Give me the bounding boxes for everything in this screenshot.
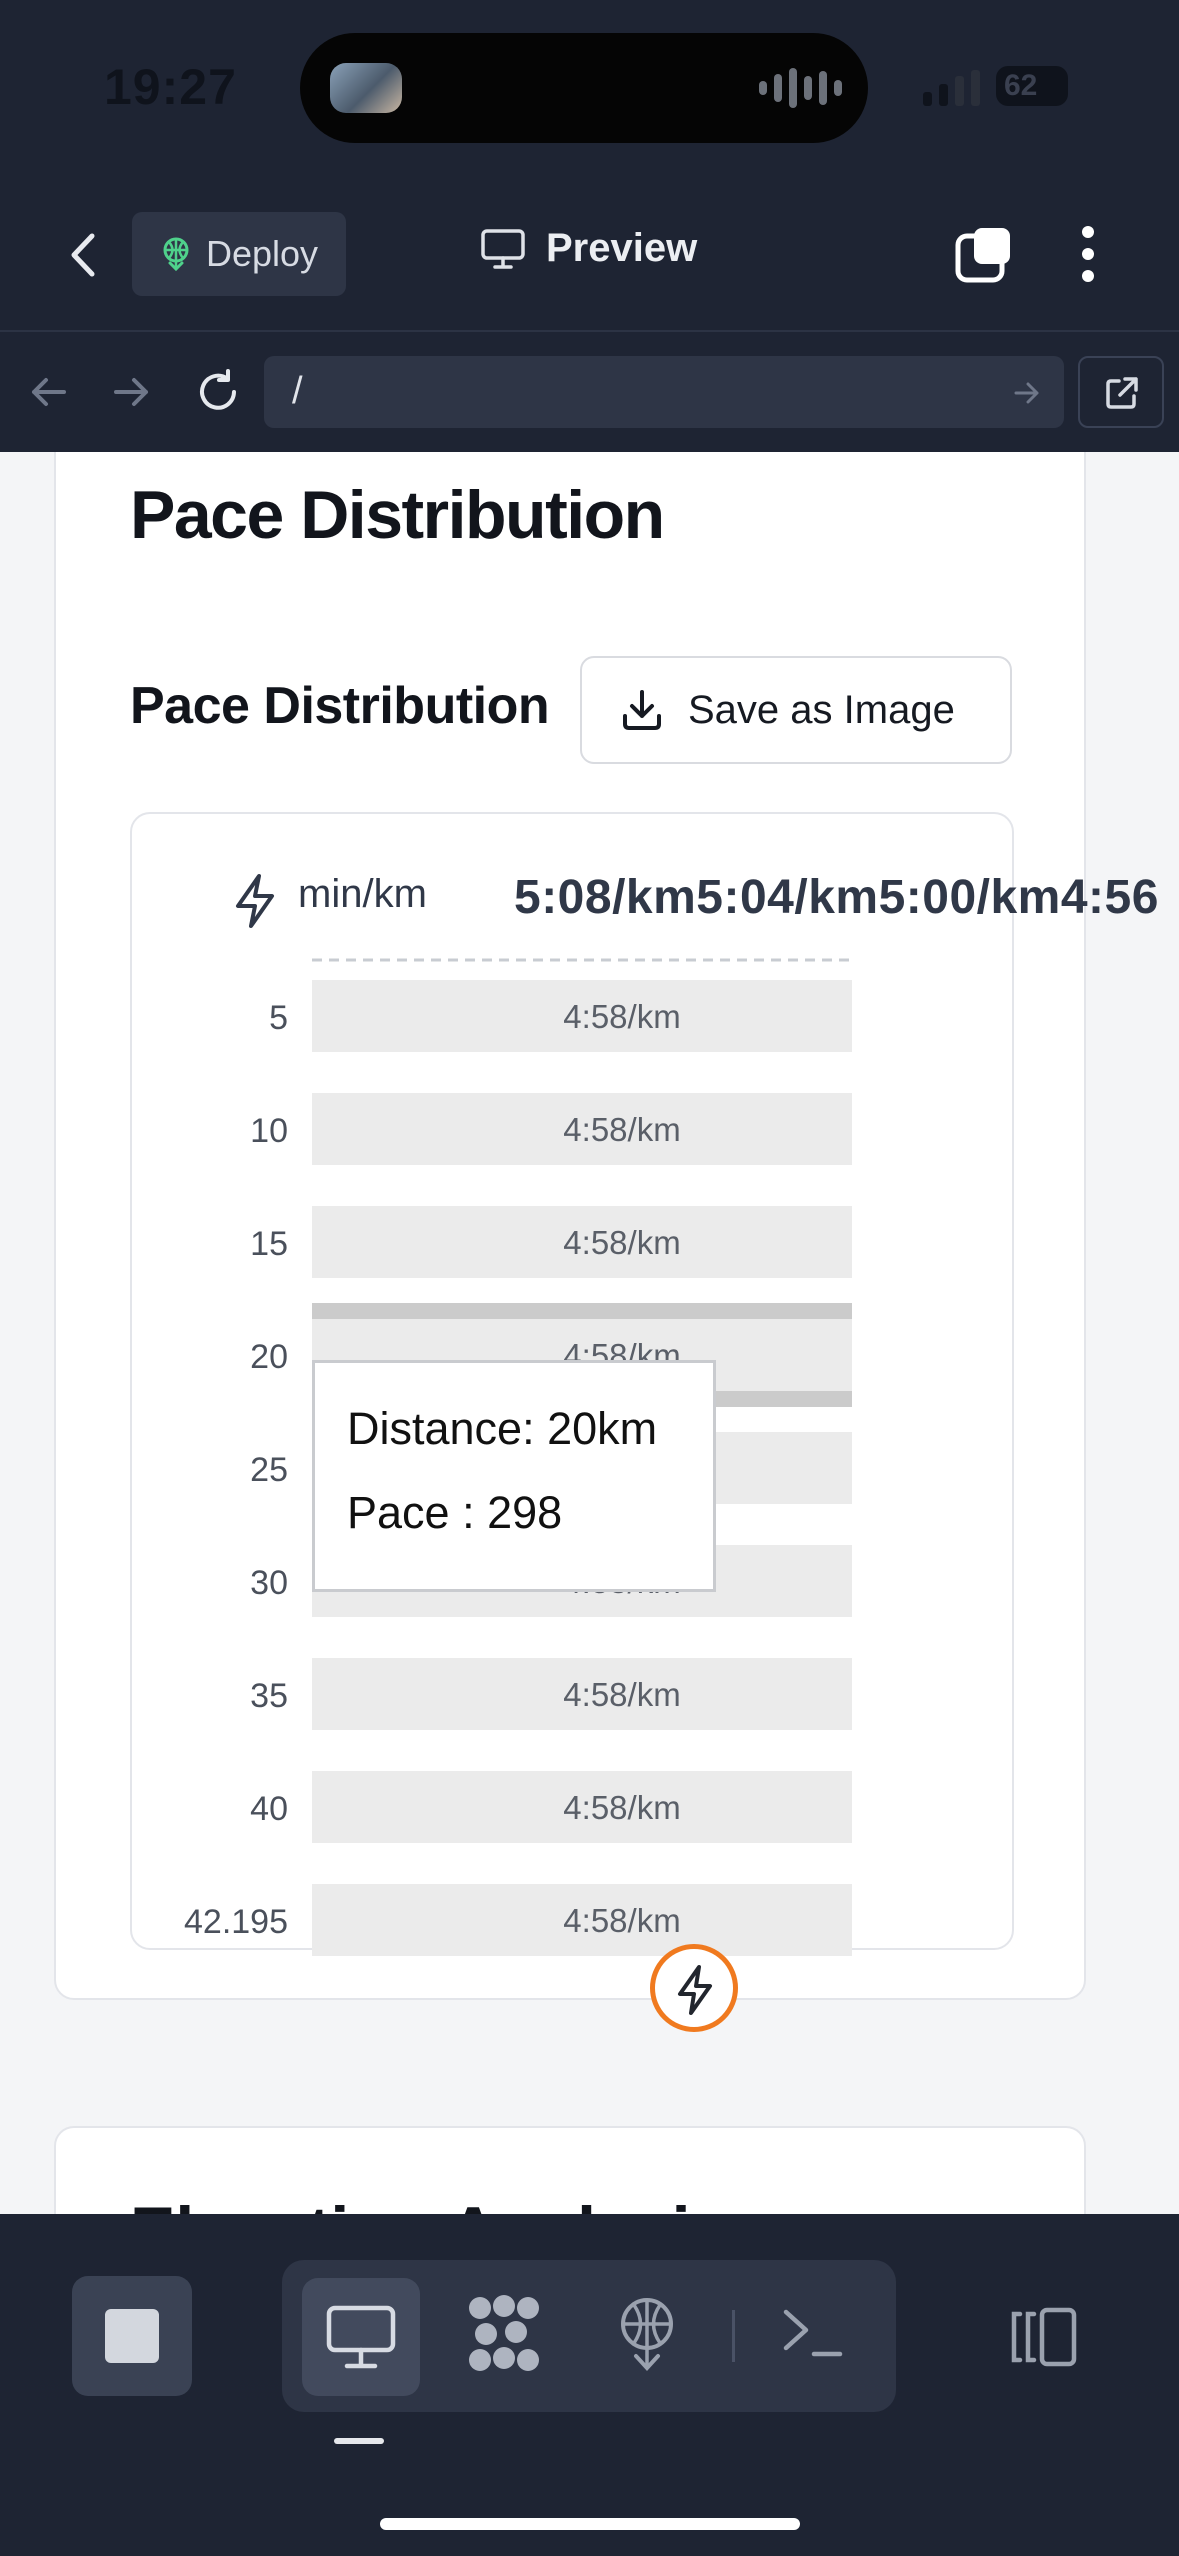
- bar-label: 4:58/km: [563, 1111, 680, 1148]
- monitor-icon: [326, 2305, 396, 2369]
- y-axis-tick: 35: [250, 1677, 288, 1715]
- elevation-card-title: Elevation Analysis: [130, 2192, 728, 2214]
- nav-back-button[interactable]: [26, 370, 70, 419]
- more-vertical-icon: [1082, 226, 1094, 282]
- windows-button[interactable]: [954, 224, 1016, 291]
- y-axis-tick: 20: [250, 1338, 288, 1376]
- bar-label: 4:58/km: [563, 1676, 680, 1713]
- active-mode-indicator: [334, 2438, 384, 2444]
- y-axis-tick: 42.195: [184, 1903, 288, 1941]
- signal-icon: [923, 70, 980, 106]
- bar-label: 4:58/km: [563, 1902, 680, 1939]
- bar-label: 4:58/km: [563, 1789, 680, 1826]
- top-axis-tick: 4:56: [1060, 871, 1159, 924]
- deploy-button[interactable]: Deploy: [132, 212, 346, 296]
- elevation-card: Elevation Analysis: [54, 2126, 1086, 2214]
- home-indicator: [380, 2518, 800, 2530]
- dynamic-island[interactable]: [300, 33, 868, 143]
- url-go-button[interactable]: [1012, 378, 1042, 413]
- back-icon: [71, 233, 95, 277]
- battery-indicator: 62: [996, 66, 1068, 106]
- reload-icon: [200, 369, 236, 410]
- chart-tooltip: Distance: 20km Pace : 298: [312, 1360, 716, 1592]
- preview-title: Preview: [480, 226, 697, 271]
- y-axis-tick: 15: [250, 1225, 288, 1263]
- tooltip-distance: Distance: 20km: [347, 1403, 658, 1454]
- bolt-fab-button[interactable]: [650, 1944, 738, 2032]
- audio-wave-icon: [759, 67, 842, 109]
- terminal-icon: [783, 2309, 843, 2357]
- external-link-icon: [1106, 377, 1138, 409]
- y-axis-tick: 5: [269, 999, 288, 1037]
- mode-separator: [732, 2310, 735, 2362]
- y-axis-tick: 30: [250, 1564, 288, 1602]
- open-external-button[interactable]: [1078, 356, 1164, 428]
- arrow-left-icon: [32, 378, 66, 406]
- browser-bar: /: [0, 332, 1179, 452]
- pace-chart: min/km 5:08/km 5:04/km 5:00/km 4:56 4:58…: [130, 812, 1158, 1956]
- back-button[interactable]: [60, 230, 110, 280]
- monitor-icon: [481, 228, 525, 269]
- stop-icon: [105, 2309, 159, 2363]
- save-as-image-button[interactable]: Save as Image: [580, 656, 1012, 764]
- tooltip-pace: Pace : 298: [347, 1487, 563, 1538]
- pace-card: Pace Distribution Pace Distribution Save…: [54, 452, 1158, 2000]
- card-title: Pace Distribution: [130, 477, 665, 553]
- download-icon: [623, 690, 661, 730]
- section-title: Pace Distribution: [130, 677, 550, 735]
- panel-toggle-button[interactable]: [1008, 2306, 1080, 2373]
- mode-deploy-button[interactable]: [616, 2296, 678, 2377]
- mode-switcher: [282, 2260, 896, 2412]
- bar-label: 4:58/km: [563, 1224, 680, 1261]
- y-axis-tick: 10: [250, 1112, 288, 1150]
- status-bar: 19:27 62: [0, 0, 1179, 180]
- bottom-dock: [0, 2214, 1179, 2556]
- url-input[interactable]: /: [264, 356, 1064, 428]
- save-as-image-label: Save as Image: [688, 687, 955, 732]
- panel-icon: [1011, 2307, 1077, 2367]
- deploy-icon: [621, 2298, 673, 2371]
- bolt-icon: [678, 1965, 712, 2015]
- preview-label: Preview: [546, 226, 698, 270]
- bar-label: 4:58/km: [563, 998, 680, 1035]
- cluster-icon: [469, 2295, 539, 2371]
- status-time: 19:27: [104, 59, 237, 115]
- url-text: /: [292, 370, 303, 412]
- arrow-right-icon: [114, 378, 148, 406]
- windows-icon: [955, 228, 1010, 283]
- deploy-label: Deploy: [206, 233, 319, 274]
- deploy-icon: [163, 237, 189, 272]
- y-axis-tick: 25: [250, 1451, 288, 1489]
- y-axis-tick: 40: [250, 1790, 288, 1828]
- mode-cluster-button[interactable]: [464, 2294, 544, 2379]
- nav-forward-button[interactable]: [110, 370, 154, 419]
- island-avatar: [330, 63, 402, 113]
- mode-desktop-button[interactable]: [302, 2278, 420, 2396]
- reload-button[interactable]: [194, 368, 242, 421]
- arrow-right-icon: [1014, 382, 1039, 404]
- stop-button[interactable]: [72, 2276, 192, 2396]
- mode-shell-button[interactable]: [782, 2304, 844, 2365]
- app-header: Deploy Preview: [0, 180, 1179, 332]
- page-viewport[interactable]: Pace Distribution Pace Distribution Save…: [0, 452, 1179, 2214]
- more-button[interactable]: [1080, 224, 1096, 289]
